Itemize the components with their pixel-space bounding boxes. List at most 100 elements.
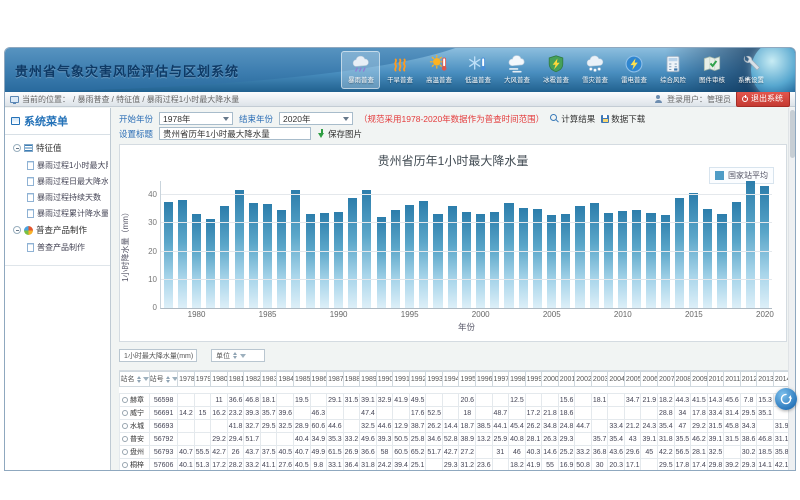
nav-item-risk[interactable]: 综合风险 <box>653 51 692 89</box>
bar[interactable] <box>306 214 315 308</box>
col-header-year[interactable]: 1989 <box>360 372 377 387</box>
bar[interactable] <box>405 205 414 308</box>
col-header-year[interactable]: 2005 <box>624 372 641 387</box>
bar[interactable] <box>675 198 684 308</box>
bar[interactable] <box>490 212 499 308</box>
bar[interactable] <box>164 202 173 308</box>
col-header-year[interactable]: 1982 <box>244 372 261 387</box>
expand-toggle-icon[interactable] <box>13 226 21 234</box>
bar[interactable] <box>206 219 215 308</box>
data-download-button[interactable]: 数据下载 <box>601 113 645 125</box>
sidebar-item[interactable]: 普查产品制作 <box>7 239 108 255</box>
bar[interactable] <box>604 213 613 308</box>
nav-item-lowtemp[interactable]: 低温普查 <box>458 51 497 89</box>
sidebar-item[interactable]: 暴雨过程持续天数 <box>7 189 108 205</box>
sidebar-group[interactable]: 普查产品制作 <box>7 221 108 239</box>
col-header-year[interactable]: 2009 <box>691 372 708 387</box>
bar[interactable] <box>590 203 599 308</box>
radio-icon[interactable] <box>122 436 128 442</box>
bar[interactable] <box>533 209 542 308</box>
col-header-year[interactable]: 2008 <box>674 372 691 387</box>
vertical-scrollbar[interactable] <box>788 108 795 470</box>
bar[interactable] <box>661 215 670 308</box>
bar[interactable] <box>448 206 457 308</box>
col-header-year[interactable]: 2007 <box>658 372 675 387</box>
bar[interactable] <box>476 214 485 308</box>
bar[interactable] <box>235 190 244 308</box>
col-header-year[interactable]: 2012 <box>740 372 757 387</box>
logout-button[interactable]: 退出系统 <box>736 91 790 107</box>
nav-item-lightning[interactable]: 雷电普查 <box>614 51 653 89</box>
col-header-year[interactable]: 1990 <box>376 372 393 387</box>
measure-filter-chip[interactable]: 1小时最大降水量(mm) <box>119 349 197 362</box>
bar[interactable] <box>362 190 371 308</box>
bar[interactable] <box>732 202 741 308</box>
bar[interactable] <box>391 210 400 308</box>
col-header-year[interactable]: 1993 <box>426 372 443 387</box>
col-header-year[interactable]: 2006 <box>641 372 658 387</box>
col-header-year[interactable]: 1979 <box>194 372 211 387</box>
bar[interactable] <box>462 212 471 308</box>
col-header-year[interactable]: 1984 <box>277 372 294 387</box>
sidebar-item[interactable]: 暴雨过程日最大降水量 <box>7 173 108 189</box>
col-header-year[interactable]: 2003 <box>591 372 608 387</box>
bar[interactable] <box>632 210 641 308</box>
floating-widget-button[interactable] <box>775 388 797 410</box>
bar[interactable] <box>291 190 300 308</box>
col-header-year[interactable]: 1994 <box>442 372 459 387</box>
nav-item-hightemp[interactable]: 高温普查 <box>419 51 458 89</box>
col-header-year[interactable]: 1985 <box>293 372 310 387</box>
bar[interactable] <box>717 214 726 308</box>
nav-item-rainstorm[interactable]: 暴雨普查 <box>341 51 380 89</box>
col-header-year[interactable]: 2013 <box>757 372 774 387</box>
sidebar-group[interactable]: 特征值 <box>7 139 108 157</box>
col-header-station-name[interactable]: 站名 <box>120 372 150 387</box>
col-header-year[interactable]: 1983 <box>260 372 277 387</box>
col-header-year[interactable]: 1986 <box>310 372 327 387</box>
col-header-year[interactable]: 1998 <box>509 372 526 387</box>
end-year-select[interactable]: 2020年 <box>279 112 353 125</box>
nav-item-drought[interactable]: 干旱普查 <box>380 51 419 89</box>
radio-icon[interactable] <box>122 462 128 468</box>
sidebar-item[interactable]: 暴雨过程累计降水量 <box>7 205 108 221</box>
radio-icon[interactable] <box>122 397 128 403</box>
bar[interactable] <box>192 214 201 308</box>
bar[interactable] <box>646 213 655 308</box>
start-year-select[interactable]: 1978年 <box>159 112 233 125</box>
bar[interactable] <box>249 203 258 308</box>
bar[interactable] <box>746 181 755 308</box>
col-header-year[interactable]: 2011 <box>724 372 741 387</box>
radio-icon[interactable] <box>122 410 128 416</box>
nav-item-wind[interactable]: 大风普查 <box>497 51 536 89</box>
nav-item-snow[interactable]: 雪灾普查 <box>575 51 614 89</box>
col-header-year[interactable]: 1988 <box>343 372 360 387</box>
col-header-year[interactable]: 1997 <box>492 372 509 387</box>
col-header-year[interactable]: 1987 <box>327 372 344 387</box>
radio-icon[interactable] <box>122 449 128 455</box>
bar[interactable] <box>618 211 627 308</box>
col-header-year[interactable]: 1991 <box>393 372 410 387</box>
bar[interactable] <box>263 204 272 308</box>
bar[interactable] <box>334 212 343 308</box>
bar[interactable] <box>547 215 556 308</box>
col-header-year[interactable]: 2002 <box>575 372 592 387</box>
col-header-year[interactable]: 2010 <box>707 372 724 387</box>
bar[interactable] <box>703 209 712 308</box>
bar[interactable] <box>419 201 428 308</box>
bar[interactable] <box>760 186 769 308</box>
col-header-year[interactable]: 1992 <box>409 372 426 387</box>
col-header-year[interactable]: 2004 <box>608 372 625 387</box>
bar[interactable] <box>561 214 570 308</box>
bar[interactable] <box>277 210 286 308</box>
nav-item-hail[interactable]: 冰雹普查 <box>536 51 575 89</box>
chart-title-input[interactable] <box>159 127 311 140</box>
col-header-station-id[interactable]: 站号 <box>150 372 178 387</box>
col-header-year[interactable]: 1980 <box>211 372 228 387</box>
calc-result-button[interactable]: 计算结果 <box>550 113 595 125</box>
bar[interactable] <box>377 217 386 308</box>
col-header-year[interactable]: 1996 <box>476 372 493 387</box>
unit-filter-chip[interactable]: 单位 <box>211 349 265 362</box>
bar[interactable] <box>178 200 187 308</box>
col-header-year[interactable]: 1978 <box>178 372 195 387</box>
col-header-year[interactable]: 2000 <box>542 372 559 387</box>
